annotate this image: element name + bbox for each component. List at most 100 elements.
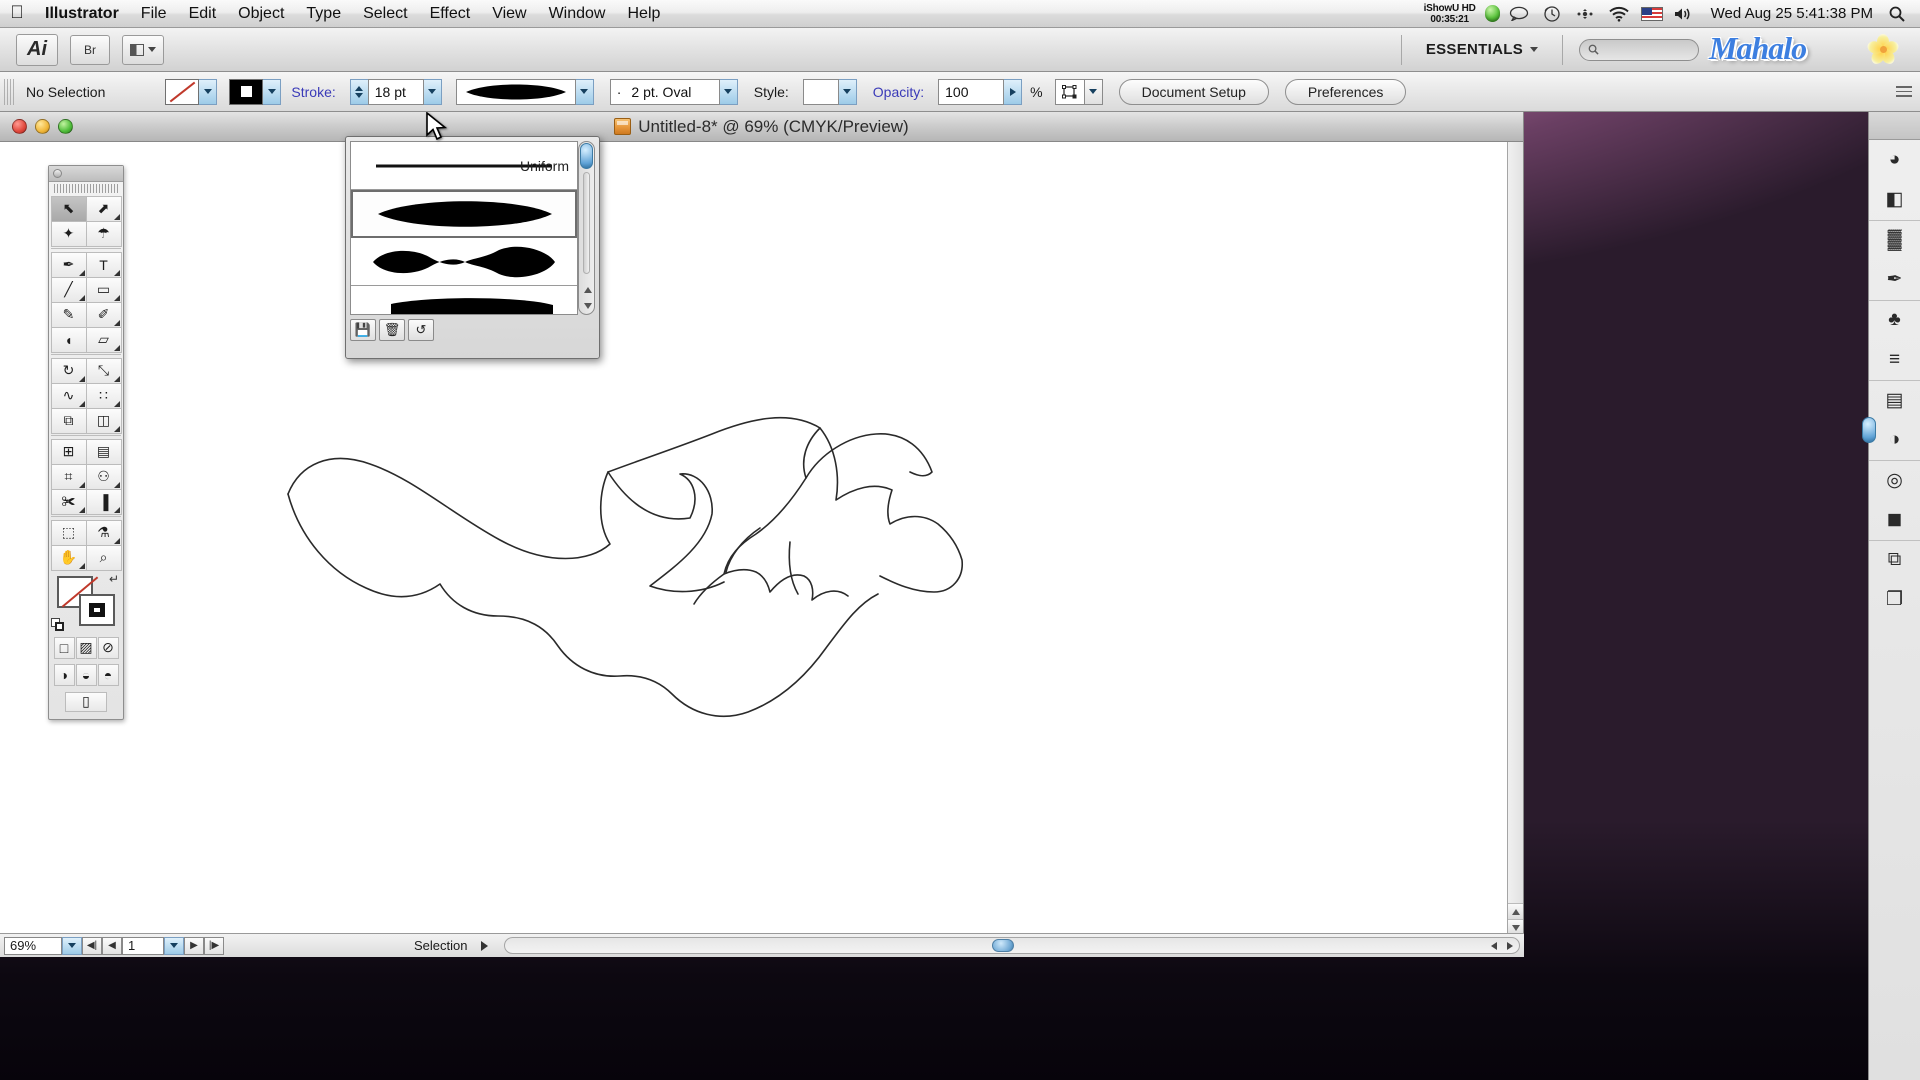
scroll-up-button[interactable] [1508,903,1523,919]
menu-item-illustrator[interactable]: Illustrator [34,0,130,27]
apple-icon[interactable]:  [0,3,34,24]
screen-mode-control[interactable]: ▯ [49,688,123,719]
workspace-switcher[interactable]: ESSENTIALS [1412,41,1552,58]
page-dropdown-button[interactable] [164,936,184,955]
line-segment-tool[interactable]: ╱ [50,276,87,303]
measure-tool[interactable]: ⌗ [50,463,87,490]
tools-panel[interactable]: ⬉ ⬈ ✦ ☂ ✒ T ╱ ▭ ✎ ✐ ◖ ▱ ↻ ⤡ ∿ ∷ ⧉ ◫ ⊞ ▤ ⌗ ⚇ ✀ ▐ ⬚ ⚗ ✋ ⌕ ↵ □ ▨ ⊘ ◑ ◒ ◓ ▯ [48,165,124,720]
wifi-icon[interactable] [1608,6,1632,22]
brush-list-item[interactable]: Uniform [351,142,577,190]
variable-width-profile-control[interactable]: · 2 pt. Oval [609,78,738,105]
menu-item-select[interactable]: Select [352,0,418,27]
save-brush-library-button[interactable]: 💾 [350,319,376,341]
reset-brushes-button[interactable]: ↺ [408,319,434,341]
none-mode-button[interactable]: ⊘ [97,636,119,659]
arrange-documents-button[interactable] [122,34,164,65]
width-tool[interactable]: ∿ [50,382,87,409]
free-transform-tool[interactable]: ⧉ [50,407,87,434]
menu-item-help[interactable]: Help [616,0,671,27]
scroll-thumb[interactable] [580,143,593,169]
calligraphic-oval-brush[interactable] [455,78,576,105]
brush-list-item[interactable] [351,238,577,286]
control-bar-grip[interactable] [4,78,16,105]
document-setup-button[interactable]: Document Setup [1118,78,1269,105]
fill-dropdown-button[interactable] [199,78,218,105]
draw-normal-button[interactable]: ◑ [53,663,75,686]
symbols-panel-icon[interactable]: ♣ [1869,300,1920,340]
brush-list[interactable]: Uniform [350,141,578,315]
artboard-tool[interactable]: ⬚ [50,519,87,546]
draw-behind-button[interactable]: ◒ [75,663,97,686]
panel-resize-handle[interactable] [1862,417,1876,443]
search-icon[interactable] [1888,5,1912,23]
page-number-input[interactable]: 1 [122,936,164,955]
color-panel-icon[interactable]: ◕ [1869,140,1920,180]
previous-page-icon[interactable]: ◀ [102,936,122,955]
volume-icon[interactable] [1672,6,1696,22]
mesh-tool[interactable]: ⊞ [50,438,87,465]
menu-item-file[interactable]: File [130,0,178,27]
scroll-track[interactable] [583,172,590,274]
document-title-bar[interactable]: Untitled-8* @ 69% (CMYK/Preview) [0,112,1523,142]
menu-item-edit[interactable]: Edit [178,0,228,27]
stroke-control[interactable] [229,78,282,105]
collapse-tools-button[interactable] [53,169,62,178]
rectangle-tool[interactable]: ▭ [85,276,122,303]
chat-bubble-icon[interactable] [1509,6,1533,21]
width-profile-input[interactable]: · 2 pt. Oval [609,78,720,105]
scroll-right-button[interactable] [1503,939,1517,952]
color-mode-button[interactable]: □ [53,636,75,659]
tools-panel-header[interactable] [49,166,123,182]
draw-inside-button[interactable]: ◓ [97,663,119,686]
gradient-panel-icon[interactable]: ▤ [1869,380,1920,420]
artboards-panel-icon[interactable]: ❐ [1869,580,1920,620]
transparency-panel-icon[interactable]: ◑ [1869,420,1920,460]
type-tool[interactable]: T [85,251,122,278]
swatches-panel-icon[interactable]: ▓ [1869,220,1920,260]
color-guide-panel-icon[interactable]: ◧ [1869,180,1920,220]
scale-tool[interactable]: ⤡ [85,357,122,384]
stroke-dropdown-button[interactable] [263,78,282,105]
zoom-tool[interactable]: ⌕ [85,544,122,571]
status-indicator[interactable]: Selection [414,938,489,953]
menu-item-object[interactable]: Object [227,0,295,27]
brush-definition-panel[interactable]: Uniform 💾 🗑 ↺ [345,136,600,359]
transform-dropdown-button[interactable] [1084,78,1103,105]
scroll-down-button[interactable] [581,299,594,312]
dock-header[interactable] [1869,112,1920,140]
stroke-weight-input[interactable]: 18 pt [367,78,424,105]
swap-fill-stroke-icon[interactable]: ↵ [109,572,119,586]
shape-builder-tool[interactable]: ∷ [85,382,122,409]
gradient-mode-button[interactable]: ▨ [75,636,97,659]
symbol-sprayer-tool[interactable]: ⚇ [85,463,122,490]
canvas-vertical-scrollbar[interactable] [1507,142,1523,935]
graphic-style-control[interactable] [802,78,857,105]
menu-item-type[interactable]: Type [295,0,352,27]
gradient-tool[interactable]: ▤ [85,438,122,465]
change-screen-mode-button[interactable]: ▯ [65,691,107,712]
preferences-button[interactable]: Preferences [1284,78,1407,105]
lasso-tool[interactable]: ☂ [85,220,122,247]
graphic-style-value[interactable] [802,78,839,105]
paintbrush-tool[interactable]: ✎ [50,301,87,328]
scroll-up-button[interactable] [581,283,594,296]
ishowu-status-item[interactable]: iShowU HD 00:35:21 [1424,3,1476,25]
pen-tool[interactable]: ✒ [50,251,87,278]
control-bar-menu[interactable] [1896,86,1920,97]
canvas-horizontal-scrollbar[interactable] [504,937,1520,954]
opacity-dropdown-button[interactable] [1004,78,1023,105]
menu-item-view[interactable]: View [481,0,537,27]
direct-selection-tool[interactable]: ⬈ [85,195,122,222]
perspective-grid-tool[interactable]: ◫ [85,407,122,434]
blob-brush-tool[interactable]: ◖ [50,326,87,353]
rotate-tool[interactable]: ↻ [50,357,87,384]
layers-panel-icon[interactable]: ⧉ [1869,540,1920,580]
opacity-control[interactable]: 100 [938,78,1023,105]
brush-panel-scrollbar[interactable] [578,141,595,315]
default-fill-stroke-icon[interactable] [51,618,65,632]
graph-tool[interactable]: ▐ [85,488,122,515]
slice-tool[interactable]: ✀ [50,488,87,515]
delete-brush-button[interactable]: 🗑 [379,319,405,341]
us-flag-icon[interactable] [1640,6,1663,21]
stroke-weight-control[interactable]: 18 pt [349,78,442,105]
